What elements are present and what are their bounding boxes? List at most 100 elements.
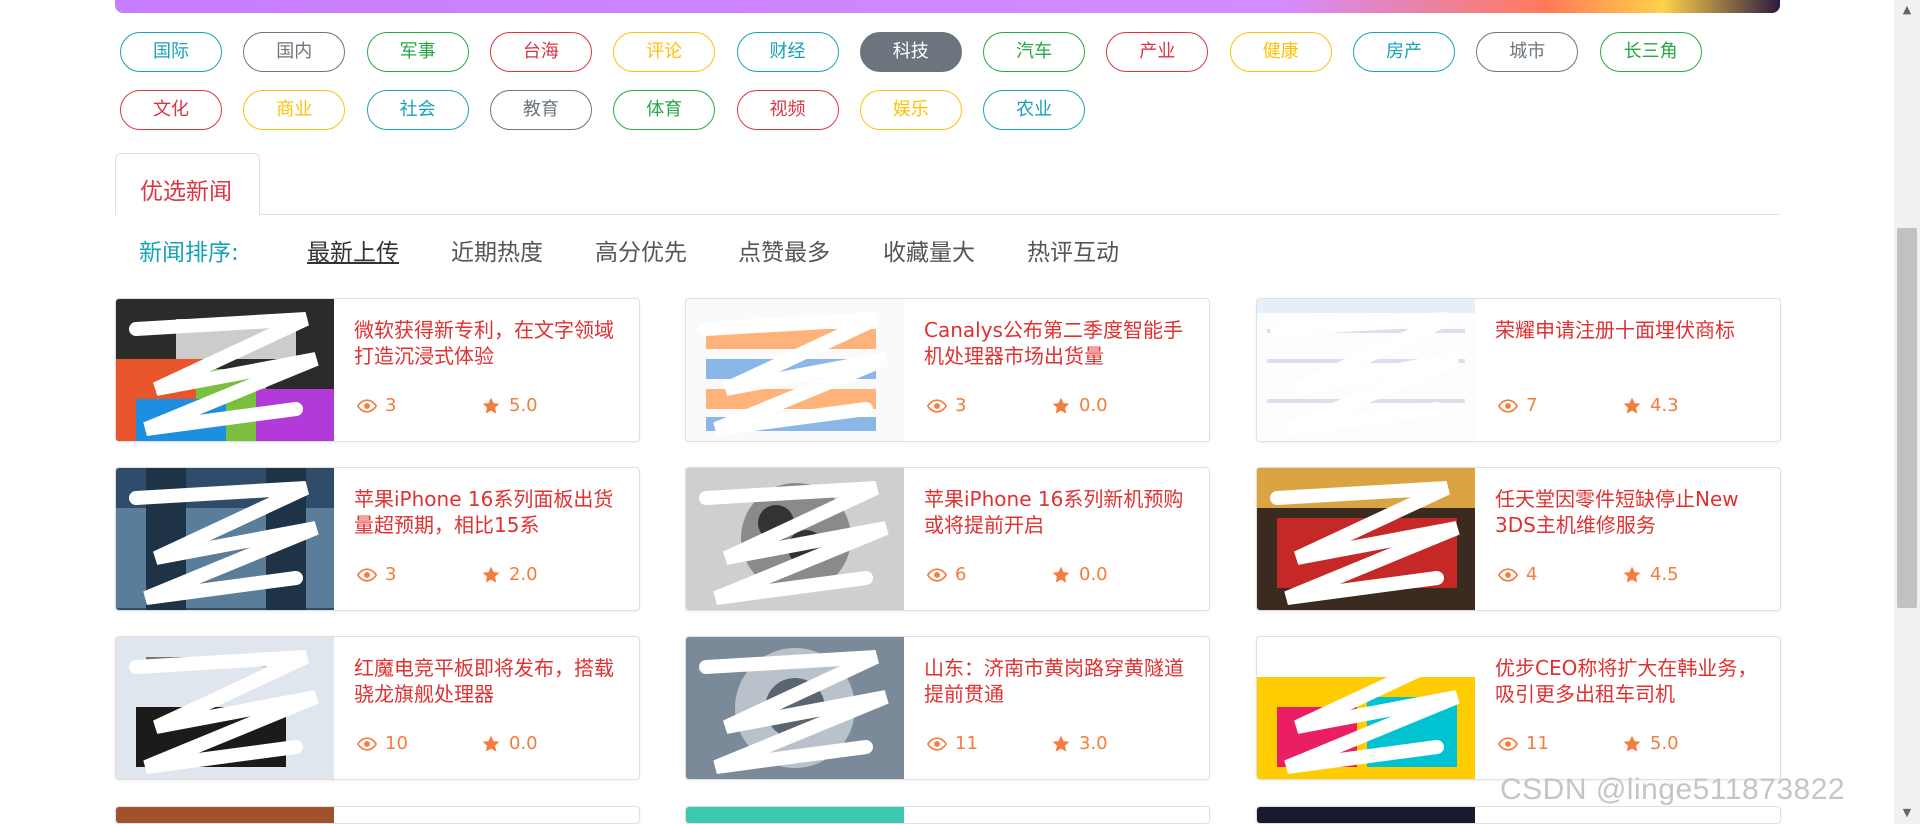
top-banner-image[interactable] xyxy=(115,0,1780,13)
sort-option[interactable]: 点赞最多 xyxy=(738,233,830,267)
category-pill-20[interactable]: 农业 xyxy=(983,90,1086,130)
scroll-down-icon[interactable]: ▼ xyxy=(1900,806,1914,820)
category-pill-16[interactable]: 教育 xyxy=(489,90,592,130)
news-card-partial[interactable] xyxy=(1256,806,1781,824)
news-title[interactable]: 微软获得新专利，在文字领域打造沉浸式体验 xyxy=(354,317,624,371)
news-thumbnail[interactable] xyxy=(686,807,904,823)
category-pill-13[interactable]: 文化 xyxy=(120,90,222,130)
eye-icon xyxy=(1497,734,1519,754)
views-count: 7 xyxy=(1526,395,1538,416)
tab-featured-news-label[interactable]: 优选新闻 xyxy=(140,172,232,206)
sort-option[interactable]: 热评互动 xyxy=(1027,233,1119,267)
news-title[interactable]: 苹果iPhone 16系列新机预购或将提前开启 xyxy=(924,486,1194,540)
rating-value: 3.0 xyxy=(1079,733,1108,754)
category-pill-18[interactable]: 视频 xyxy=(736,90,839,130)
news-thumbnail[interactable] xyxy=(686,299,904,441)
news-title[interactable]: 荣耀申请注册十面埋伏商标 xyxy=(1495,317,1765,371)
news-card[interactable]: 任天堂因零件短缺停止New 3DS主机维修服务 4 4.5 xyxy=(1256,467,1781,611)
rating-value: 4.5 xyxy=(1650,564,1679,585)
views-count: 3 xyxy=(385,395,397,416)
news-card[interactable]: 荣耀申请注册十面埋伏商标 7 4.3 xyxy=(1256,298,1781,442)
views-count: 6 xyxy=(955,564,967,585)
scrollbar-thumb[interactable] xyxy=(1897,228,1917,608)
category-pill-8[interactable]: 产业 xyxy=(1106,32,1209,72)
category-pill-1[interactable]: 国内 xyxy=(243,32,346,72)
news-card[interactable]: 红魔电竞平板即将发布，搭载骁龙旗舰处理器 10 0.0 xyxy=(115,636,640,780)
news-card[interactable]: 优步CEO称将扩大在韩业务，吸引更多出租车司机 11 5.0 xyxy=(1256,636,1781,780)
category-pill-11[interactable]: 城市 xyxy=(1476,32,1579,72)
category-pill-12[interactable]: 长三角 xyxy=(1599,32,1702,72)
star-icon xyxy=(481,396,501,416)
views-stat: 3 xyxy=(356,564,397,585)
rating-stat: 4.3 xyxy=(1622,395,1679,416)
category-pill-15[interactable]: 社会 xyxy=(366,90,469,130)
sort-option[interactable]: 收藏量大 xyxy=(883,233,975,267)
views-stat: 3 xyxy=(356,395,397,416)
views-stat: 11 xyxy=(926,733,978,754)
news-title[interactable]: 优步CEO称将扩大在韩业务，吸引更多出租车司机 xyxy=(1495,655,1765,709)
rating-stat: 0.0 xyxy=(1051,395,1108,416)
scroll-up-icon[interactable]: ▲ xyxy=(1900,3,1914,17)
news-title[interactable]: 红魔电竞平板即将发布，搭载骁龙旗舰处理器 xyxy=(354,655,624,709)
star-icon xyxy=(1051,396,1071,416)
news-thumbnail[interactable] xyxy=(116,299,334,441)
news-thumbnail[interactable] xyxy=(1257,299,1475,441)
views-stat: 4 xyxy=(1497,564,1538,585)
rating-value: 0.0 xyxy=(1079,395,1108,416)
category-pill-4[interactable]: 评论 xyxy=(613,32,716,72)
category-pill-10[interactable]: 房产 xyxy=(1353,32,1455,72)
news-title[interactable]: Canalys公布第二季度智能手机处理器市场出货量 xyxy=(924,317,1194,371)
views-count: 11 xyxy=(1526,733,1549,754)
category-pill-2[interactable]: 军事 xyxy=(366,32,469,72)
category-pill-6[interactable]: 科技 xyxy=(859,32,962,72)
news-thumbnail[interactable] xyxy=(1257,468,1475,610)
tab-divider xyxy=(260,214,1780,215)
watermark: CSDN @linge511873822 xyxy=(1500,773,1846,806)
news-card-partial[interactable] xyxy=(685,806,1210,824)
rating-stat: 0.0 xyxy=(481,733,538,754)
sort-option[interactable]: 高分优先 xyxy=(595,233,687,267)
news-thumbnail[interactable] xyxy=(116,807,334,823)
category-pill-0[interactable]: 国际 xyxy=(120,32,222,72)
news-card[interactable]: 微软获得新专利，在文字领域打造沉浸式体验 3 5.0 xyxy=(115,298,640,442)
rating-stat: 5.0 xyxy=(1622,733,1679,754)
category-pill-9[interactable]: 健康 xyxy=(1229,32,1332,72)
views-count: 10 xyxy=(385,733,408,754)
star-icon xyxy=(1622,396,1642,416)
sort-option[interactable]: 近期热度 xyxy=(451,233,543,267)
eye-icon xyxy=(356,734,378,754)
news-thumbnail[interactable] xyxy=(116,637,334,779)
category-pill-17[interactable]: 体育 xyxy=(613,90,716,130)
rating-value: 4.3 xyxy=(1650,395,1679,416)
news-thumbnail[interactable] xyxy=(1257,807,1475,823)
eye-icon xyxy=(926,396,948,416)
news-title[interactable]: 任天堂因零件短缺停止New 3DS主机维修服务 xyxy=(1495,486,1765,540)
sort-option[interactable]: 最新上传 xyxy=(307,233,399,267)
news-title[interactable]: 苹果iPhone 16系列面板出货量超预期，相比15系 xyxy=(354,486,624,540)
news-thumbnail[interactable] xyxy=(686,468,904,610)
news-title[interactable]: 山东：济南市黄岗路穿黄隧道提前贯通 xyxy=(924,655,1194,709)
rating-value: 5.0 xyxy=(509,395,538,416)
news-card-partial[interactable] xyxy=(115,806,640,824)
news-card[interactable]: 苹果iPhone 16系列新机预购或将提前开启 6 0.0 xyxy=(685,467,1210,611)
eye-icon xyxy=(356,565,378,585)
news-thumbnail[interactable] xyxy=(1257,637,1475,779)
category-pill-3[interactable]: 台海 xyxy=(489,32,592,72)
news-thumbnail[interactable] xyxy=(116,468,334,610)
news-card[interactable]: 山东：济南市黄岗路穿黄隧道提前贯通 11 3.0 xyxy=(685,636,1210,780)
category-pill-14[interactable]: 商业 xyxy=(243,90,346,130)
eye-icon xyxy=(926,565,948,585)
category-pill-7[interactable]: 汽车 xyxy=(983,32,1086,72)
sort-title: 新闻排序: xyxy=(139,240,239,266)
category-pill-5[interactable]: 财经 xyxy=(736,32,839,72)
news-card[interactable]: 苹果iPhone 16系列面板出货量超预期，相比15系 3 2.0 xyxy=(115,467,640,611)
views-count: 4 xyxy=(1526,564,1538,585)
category-pill-19[interactable]: 娱乐 xyxy=(859,90,962,130)
news-thumbnail[interactable] xyxy=(686,637,904,779)
star-icon xyxy=(1622,565,1642,585)
views-count: 3 xyxy=(385,564,397,585)
eye-icon xyxy=(1497,396,1519,416)
news-card[interactable]: Canalys公布第二季度智能手机处理器市场出货量 3 0.0 xyxy=(685,298,1210,442)
rating-stat: 5.0 xyxy=(481,395,538,416)
star-icon xyxy=(1051,734,1071,754)
